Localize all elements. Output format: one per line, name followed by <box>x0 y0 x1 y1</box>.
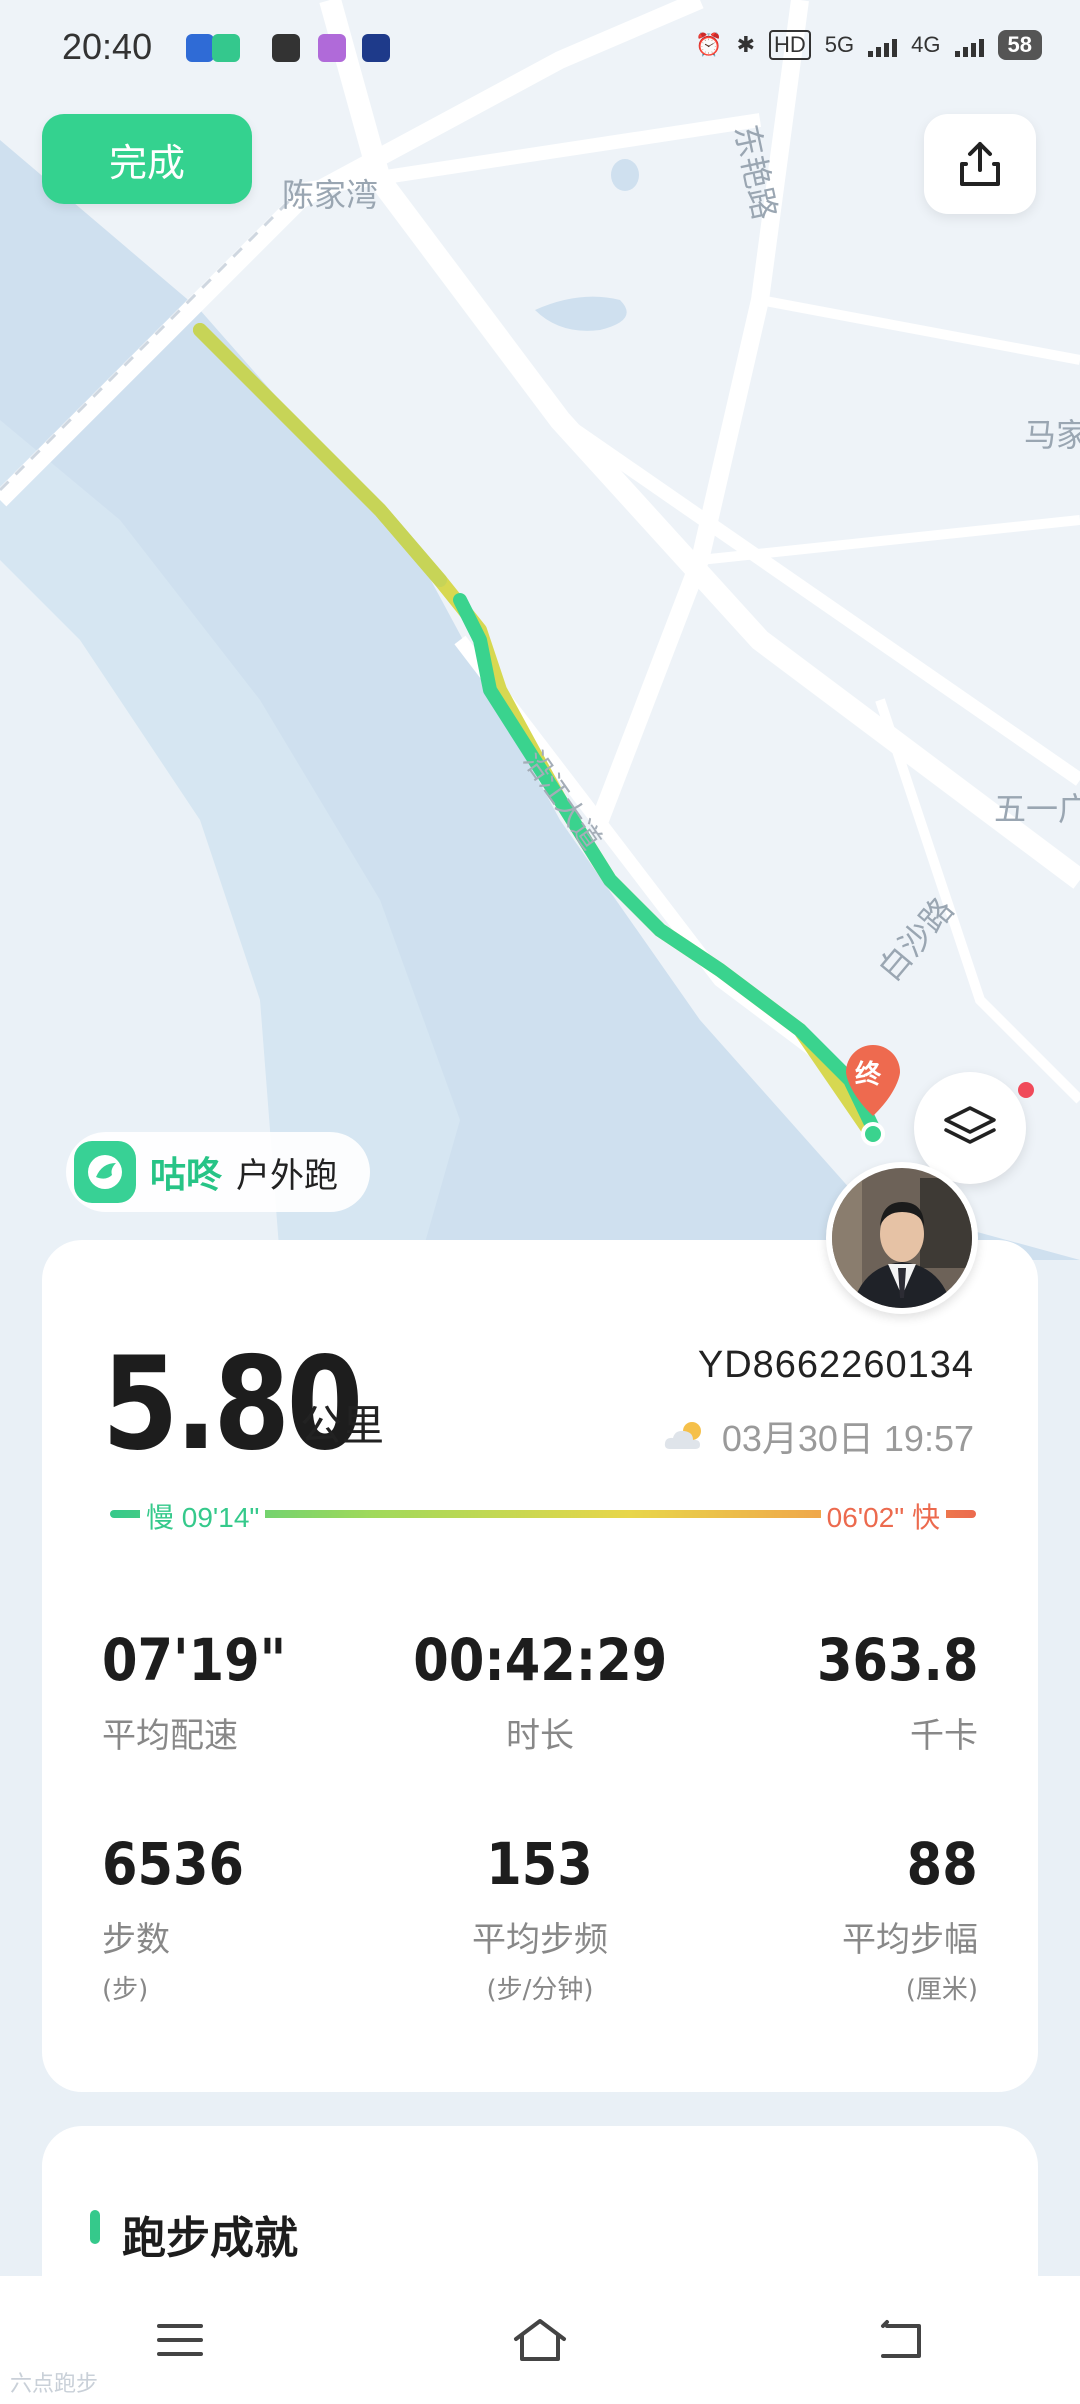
metric-label: 时长 <box>506 1716 574 1756</box>
app-name: 咕咚 <box>150 1155 223 1196</box>
workout-datetime: 03月30日 19:57 <box>662 1410 974 1462</box>
pace-slow-label: 慢 09'14" <box>140 1496 266 1536</box>
pace-scale: 慢 09'14" 06'02" 快 <box>98 1492 988 1536</box>
nav-menu-button[interactable] <box>120 2290 240 2390</box>
layers-icon <box>944 1106 996 1144</box>
metric-value: 363.8 <box>816 1626 978 1694</box>
status-indicators: ⏰ ✱ HD 5G 4G 58 <box>695 30 1042 60</box>
metric-value: 00:42:29 <box>413 1626 667 1694</box>
metric-unit: (厘米) <box>905 1975 978 2005</box>
metric-cadence: 153 平均步频 (步/分钟) <box>390 1830 690 2006</box>
metric-label: 平均配速 <box>102 1716 238 1756</box>
metric-value: 07'19" <box>102 1626 287 1694</box>
map-label-ma-jia: 马家 <box>1024 416 1080 454</box>
notification-icon-app <box>212 34 240 62</box>
metric-value: 88 <box>906 1830 978 1898</box>
metric-unit: (步/分钟) <box>486 1975 594 2005</box>
metric-unit: (步) <box>102 1975 149 2005</box>
metric-stride: 88 平均步幅 (厘米) <box>678 1830 978 2006</box>
status-time: 20:40 <box>62 26 153 67</box>
notification-icon-wps <box>272 34 300 62</box>
notification-icon-gps <box>186 34 214 62</box>
nav-home-button[interactable] <box>480 2290 600 2390</box>
pace-fast-label: 06'02" 快 <box>820 1496 946 1536</box>
hd-icon: HD <box>769 30 811 60</box>
network-4g-label: 4G <box>911 32 941 57</box>
metric-calories: 363.8 千卡 <box>678 1626 978 1757</box>
metric-value: 153 <box>486 1830 594 1898</box>
app-logo-icon <box>74 1141 136 1203</box>
menu-icon <box>157 2324 203 2356</box>
signal-4g-icon <box>954 33 984 57</box>
share-icon <box>960 142 1000 186</box>
map-label-wu-yi: 五一广 <box>994 790 1080 828</box>
user-photo <box>832 1168 972 1308</box>
notification-dot <box>1018 1082 1034 1098</box>
nav-back-button[interactable] <box>840 2290 960 2390</box>
notification-icon-media <box>318 34 346 62</box>
notification-icon-mail <box>362 34 390 62</box>
run-type: 户外跑 <box>236 1155 339 1196</box>
weather-cloudy-icon <box>664 1422 701 1449</box>
watermark: 六点跑步 <box>10 2372 99 2397</box>
share-button[interactable] <box>924 114 1036 214</box>
system-nav-bar <box>0 2276 1080 2404</box>
metric-label: 千卡 <box>910 1716 978 1756</box>
done-button[interactable]: 完成 <box>42 114 252 204</box>
signal-5g-icon <box>868 33 898 57</box>
metric-avg-pace: 07'19" 平均配速 <box>102 1626 402 1757</box>
bluetooth-icon: ✱ <box>736 32 756 57</box>
metric-steps: 6536 步数 (步) <box>102 1830 402 2006</box>
metric-duration: 00:42:29 时长 <box>390 1626 690 1757</box>
app-badge: 咕咚 户外跑 <box>66 1132 370 1212</box>
avatar[interactable] <box>826 1162 978 1314</box>
back-icon <box>881 2320 921 2358</box>
end-marker-label: 终 <box>855 1060 882 1090</box>
metric-label: 步数 <box>102 1920 170 1960</box>
achievement-title: 跑步成就 <box>122 2213 298 2264</box>
metric-label: 平均步幅 <box>842 1920 978 1960</box>
status-bar: 20:40 ⏰ ✱ HD 5G 4G 58 <box>0 0 1080 96</box>
datetime-text: 03月30日 19:57 <box>721 1418 974 1459</box>
home-icon <box>514 2319 566 2361</box>
alarm-icon: ⏰ <box>695 32 723 57</box>
record-id: YD8662260134 <box>697 1344 974 1386</box>
battery-icon: 58 <box>997 30 1042 60</box>
map-label-village: 陈家湾 <box>282 176 379 214</box>
metric-value: 6536 <box>102 1830 245 1898</box>
stats-card: 5.80 公里 YD8662260134 03月30日 19:57 慢 09'1… <box>42 1240 1038 2092</box>
metric-label: 平均步频 <box>472 1920 608 1960</box>
section-accent-bar <box>90 2210 100 2244</box>
network-5g-label: 5G <box>824 32 855 57</box>
distance-unit: 公里 <box>300 1401 385 1450</box>
